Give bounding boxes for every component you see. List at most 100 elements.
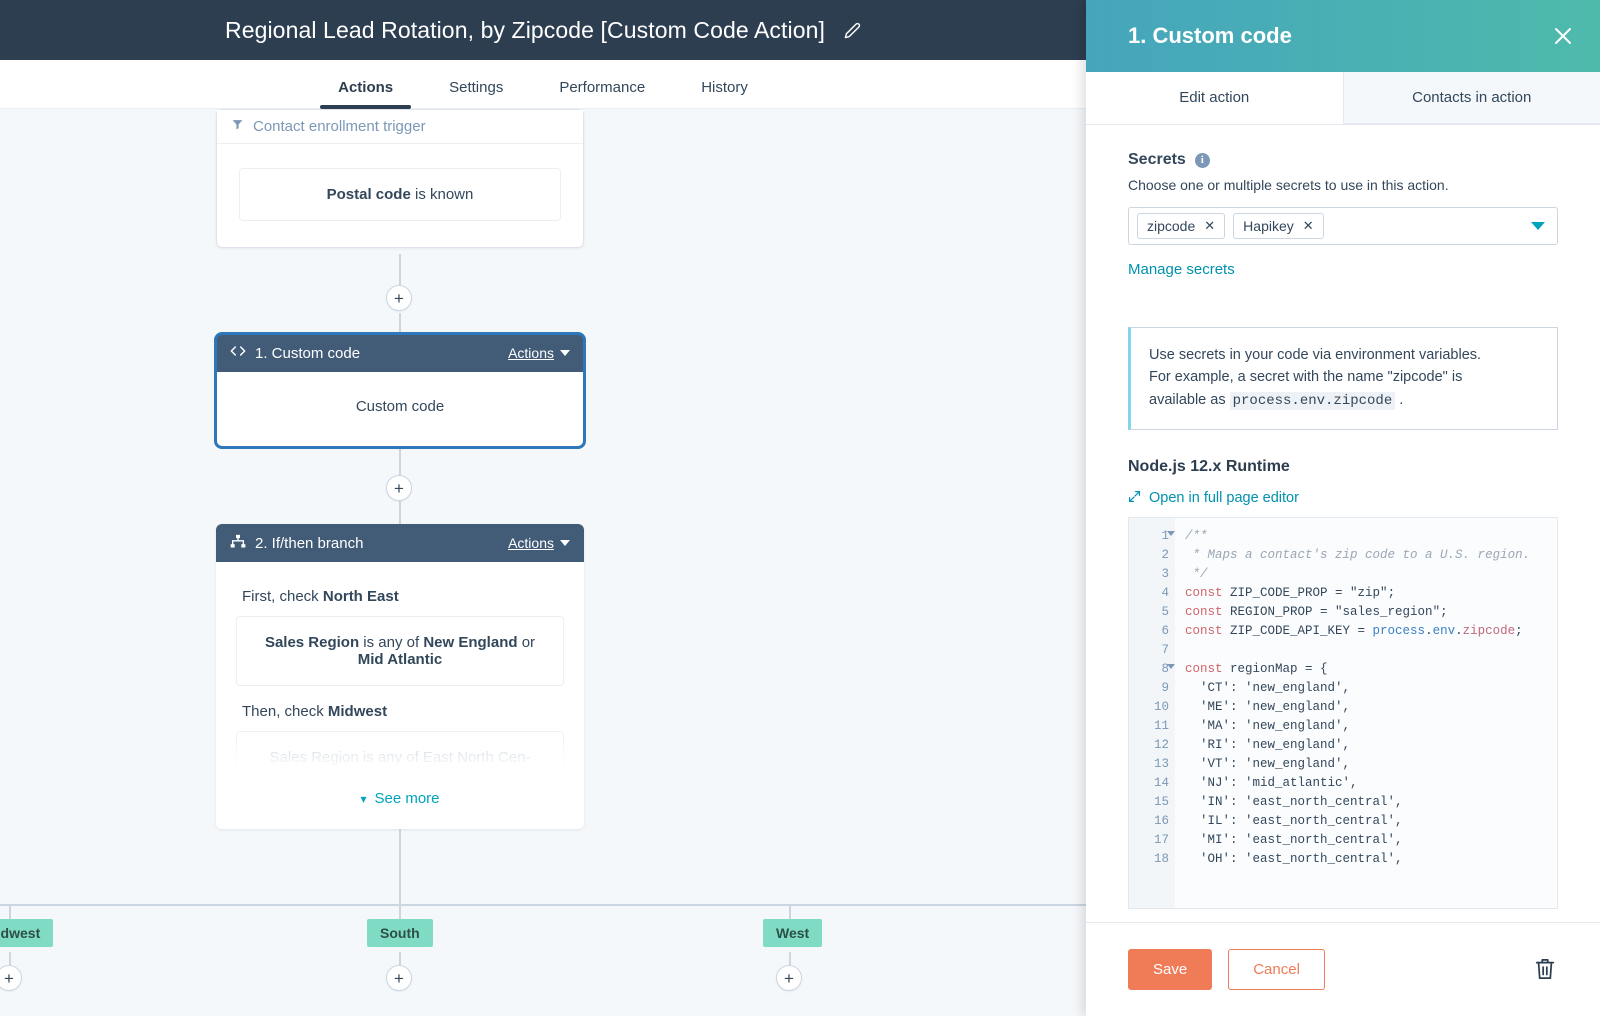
- save-button[interactable]: Save: [1128, 949, 1212, 990]
- pencil-icon[interactable]: [843, 21, 861, 39]
- branch-card-header: 2. If/then branch Actions: [216, 524, 584, 562]
- enrollment-trigger-card[interactable]: Contact enrollment trigger Postal code i…: [216, 109, 584, 248]
- code-line-number: 16: [1129, 812, 1173, 831]
- code-token: 'IN': 'east_north_central',: [1185, 795, 1403, 809]
- code-token: ZIP_CODE_API_KEY =: [1223, 624, 1373, 638]
- code-editor-gutter: 123456789101112131415161718: [1129, 518, 1175, 908]
- branch-cond1-conjunction: or: [518, 634, 536, 651]
- chevron-down-icon: [560, 350, 570, 356]
- branch-bus-line: [0, 904, 1086, 906]
- code-token: zipcode: [1463, 624, 1516, 638]
- see-more-button[interactable]: ▾ See more: [236, 784, 564, 807]
- secrets-section-label: Secrets i: [1128, 151, 1558, 169]
- chevron-down-icon: [560, 540, 570, 546]
- branch-pill-west[interactable]: West: [763, 919, 822, 947]
- code-token: .: [1455, 624, 1463, 638]
- workflow-canvas[interactable]: Contact enrollment trigger Postal code i…: [0, 109, 1086, 1016]
- callout-line-3-suffix: .: [1395, 392, 1403, 408]
- code-token: const: [1185, 624, 1223, 638]
- tab-actions[interactable]: Actions: [310, 80, 421, 108]
- close-icon[interactable]: [1548, 21, 1578, 51]
- code-line: 'MA': 'new_england',: [1185, 717, 1547, 736]
- tab-performance[interactable]: Performance: [531, 80, 673, 108]
- code-line-number: 3: [1129, 565, 1173, 584]
- code-line-number: 14: [1129, 774, 1173, 793]
- code-line-number: 13: [1129, 755, 1173, 774]
- secret-tag-label: Hapikey: [1243, 218, 1294, 234]
- add-step-button[interactable]: +: [386, 475, 412, 501]
- code-token: ;: [1440, 605, 1448, 619]
- callout-line-2: For example, a secret with the name "zip…: [1149, 366, 1539, 388]
- add-step-button[interactable]: +: [386, 285, 412, 311]
- add-step-button[interactable]: +: [0, 965, 22, 991]
- custom-code-side-panel: 1. Custom code Edit action Contacts in a…: [1086, 0, 1600, 1016]
- action-card-custom-code[interactable]: 1. Custom code Actions Custom code: [216, 334, 584, 447]
- code-token: 'ME': 'new_england',: [1185, 700, 1350, 714]
- branch-condition-1[interactable]: Sales Region is any of New England or Mi…: [236, 616, 564, 686]
- code-line: 'MI': 'east_north_central',: [1185, 831, 1547, 850]
- code-editor-content[interactable]: /** * Maps a contact's zip code to a U.S…: [1175, 518, 1557, 908]
- tab-history[interactable]: History: [673, 80, 776, 108]
- branch-pill-midwest[interactable]: Midwest: [0, 919, 53, 947]
- trigger-condition-operator: is known: [411, 186, 474, 203]
- trigger-condition[interactable]: Postal code is known: [239, 168, 561, 221]
- code-token: 'VT': 'new_england',: [1185, 757, 1350, 771]
- branch-condition-2-wrapper: Sales Region is any of East North Cen-: [236, 731, 564, 784]
- code-editor[interactable]: 123456789101112131415161718 /** * Maps a…: [1128, 517, 1558, 909]
- code-line: 'VT': 'new_england',: [1185, 755, 1547, 774]
- code-line: 'CT': 'new_england',: [1185, 679, 1547, 698]
- custom-code-actions-menu[interactable]: Actions: [508, 345, 570, 361]
- secrets-info-callout: Use secrets in your code via environment…: [1128, 327, 1558, 430]
- code-line-number: 12: [1129, 736, 1173, 755]
- secrets-multiselect[interactable]: zipcode ✕ Hapikey ✕: [1128, 207, 1558, 245]
- code-token: * Maps a contact's zip code to a U.S. re…: [1185, 548, 1530, 562]
- manage-secrets-link[interactable]: Manage secrets: [1128, 261, 1235, 278]
- branch-cond2-text: Sales Region is any of East North Cen-: [270, 749, 531, 766]
- code-token: ;: [1515, 624, 1523, 638]
- open-full-page-editor-link[interactable]: Open in full page editor: [1128, 490, 1558, 507]
- fold-caret-icon[interactable]: [1167, 531, 1175, 536]
- branch-actions-menu[interactable]: Actions: [508, 535, 570, 551]
- action-card-if-then-branch[interactable]: 2. If/then branch Actions First, check N…: [216, 524, 584, 829]
- app-root: Regional Lead Rotation, by Zipcode [Cust…: [0, 0, 1600, 1016]
- tab-contacts-in-action[interactable]: Contacts in action: [1344, 72, 1600, 124]
- code-line: [1185, 641, 1547, 660]
- branch-first-check-name: North East: [323, 588, 399, 605]
- page-title: Regional Lead Rotation, by Zipcode [Cust…: [225, 17, 825, 44]
- branch-pill-south[interactable]: South: [367, 919, 433, 947]
- tab-edit-action[interactable]: Edit action: [1086, 72, 1344, 124]
- code-token: */: [1185, 567, 1208, 581]
- callout-line-1: Use secrets in your code via environment…: [1149, 344, 1539, 366]
- branch-cond1-value-b: Mid Atlantic: [358, 651, 442, 668]
- code-line: 'IN': 'east_north_central',: [1185, 793, 1547, 812]
- code-token: 'IL': 'east_north_central',: [1185, 814, 1403, 828]
- tab-settings[interactable]: Settings: [421, 80, 531, 108]
- close-icon[interactable]: ✕: [1204, 218, 1215, 234]
- code-line: 'RI': 'new_england',: [1185, 736, 1547, 755]
- add-step-button[interactable]: +: [776, 965, 802, 991]
- branch-card-title: 2. If/then branch: [255, 535, 499, 552]
- code-line-number: 7: [1129, 641, 1173, 660]
- code-line-number: 2: [1129, 546, 1173, 565]
- chevron-down-icon[interactable]: [1531, 222, 1545, 230]
- panel-body: Secrets i Choose one or multiple secrets…: [1086, 125, 1600, 922]
- secret-tag-hapikey[interactable]: Hapikey ✕: [1233, 213, 1324, 239]
- close-icon[interactable]: ✕: [1303, 218, 1314, 234]
- cancel-button[interactable]: Cancel: [1228, 949, 1325, 990]
- branch-tree-icon: [230, 534, 246, 553]
- secret-tag-zipcode[interactable]: zipcode ✕: [1137, 213, 1225, 239]
- code-line: 'OH': 'east_north_central',: [1185, 850, 1547, 869]
- panel-footer: Save Cancel: [1086, 922, 1600, 1016]
- trash-icon[interactable]: [1534, 957, 1558, 983]
- code-token: regionMap = {: [1223, 662, 1328, 676]
- see-more-label: See more: [374, 790, 439, 807]
- branch-condition-2[interactable]: Sales Region is any of East North Cen-: [236, 731, 564, 784]
- callout-line-3-prefix: available as: [1149, 392, 1230, 408]
- chevron-down-icon: ▾: [360, 792, 366, 806]
- branch-first-check-prefix: First, check: [242, 588, 323, 605]
- secrets-description: Choose one or multiple secrets to use in…: [1128, 177, 1558, 193]
- add-step-button[interactable]: +: [386, 965, 412, 991]
- fold-caret-icon[interactable]: [1167, 664, 1175, 669]
- info-icon[interactable]: i: [1195, 153, 1210, 168]
- code-line: * Maps a contact's zip code to a U.S. re…: [1185, 546, 1547, 565]
